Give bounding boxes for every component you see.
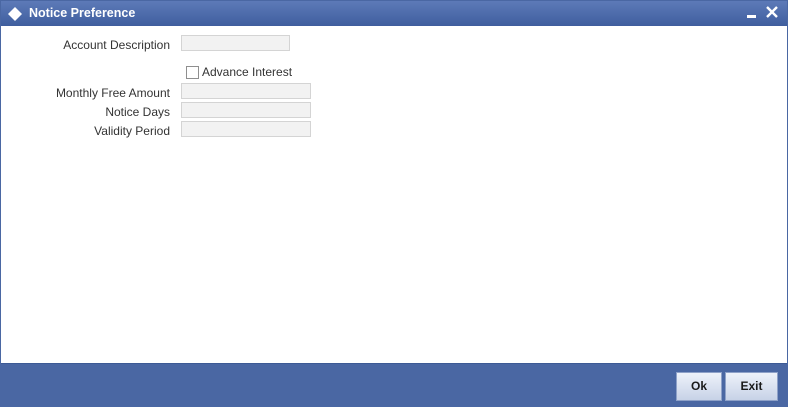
ok-button[interactable]: Ok <box>676 372 722 401</box>
advance-interest-checkbox[interactable] <box>186 66 199 79</box>
notice-days-label: Notice Days <box>105 105 170 119</box>
footer-bar: Ok Exit <box>1 363 787 406</box>
notice-preference-window: Notice Preference Account Description Ad… <box>0 0 788 407</box>
exit-button[interactable]: Exit <box>725 372 778 401</box>
advance-interest-label: Advance Interest <box>202 65 293 79</box>
monthly-free-amount-field[interactable] <box>181 83 311 99</box>
validity-period-field[interactable] <box>181 121 311 137</box>
notice-days-field[interactable] <box>181 102 311 118</box>
minimize-icon[interactable] <box>743 3 761 23</box>
window-title: Notice Preference <box>29 6 136 20</box>
account-description-label: Account Description <box>63 38 170 52</box>
validity-period-label: Validity Period <box>94 124 170 138</box>
close-icon[interactable] <box>763 3 781 23</box>
monthly-free-amount-label: Monthly Free Amount <box>55 86 170 100</box>
account-description-field[interactable] <box>181 35 290 51</box>
title-bar: Notice Preference <box>1 1 787 26</box>
diamond-icon <box>7 6 23 22</box>
form-body: Account Description Advance Interest Mon… <box>1 27 787 363</box>
